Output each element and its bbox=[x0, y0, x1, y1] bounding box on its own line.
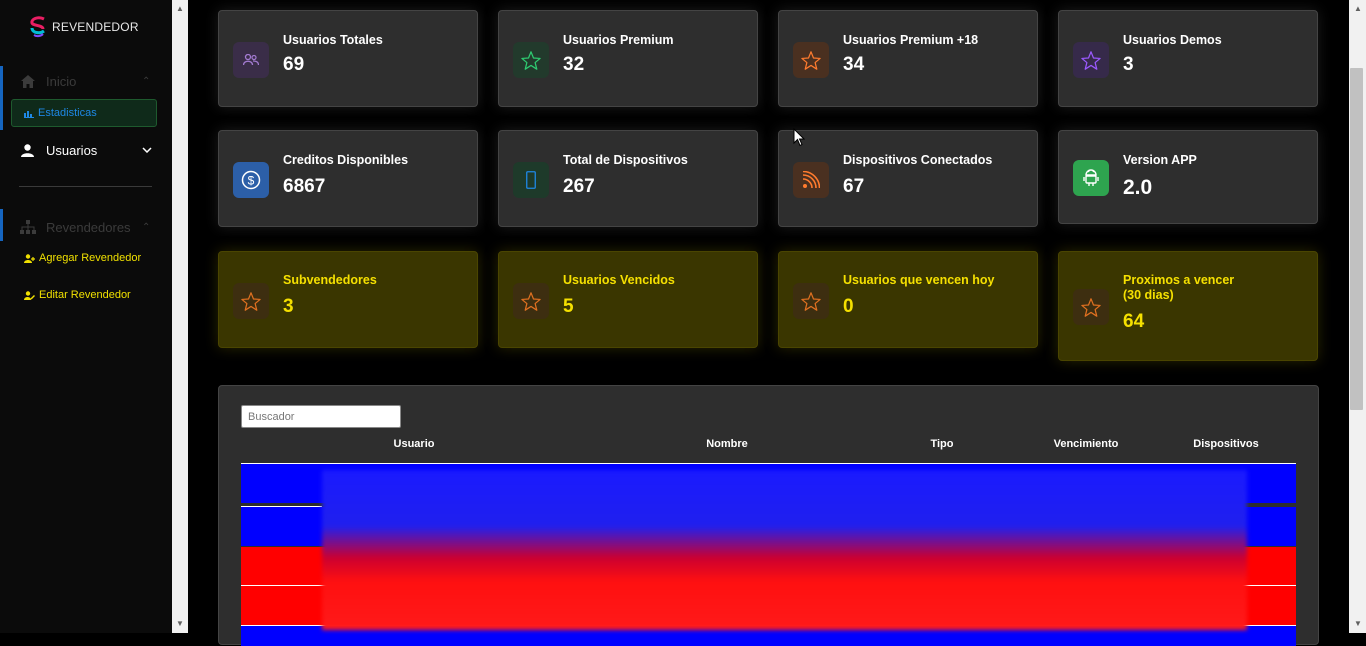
star-icon bbox=[793, 42, 829, 78]
phone-icon bbox=[513, 162, 549, 198]
card-value: 67 bbox=[843, 176, 865, 197]
star-icon bbox=[513, 283, 549, 319]
star-icon bbox=[1073, 289, 1109, 325]
column-header-dispositivos[interactable]: Dispositivos bbox=[1171, 438, 1281, 450]
nav-estadisticas-label: Estadisticas bbox=[38, 107, 97, 119]
card-label: Usuarios Demos bbox=[1123, 33, 1222, 47]
scrollbar-thumb[interactable] bbox=[1350, 68, 1363, 410]
nav-agregar-label: Agregar Revendedor bbox=[39, 252, 142, 264]
stat-card-version-app: Version APP 2.0 bbox=[1058, 130, 1318, 224]
rss-icon bbox=[793, 162, 829, 198]
star-icon bbox=[233, 283, 269, 319]
card-value: 5 bbox=[563, 296, 574, 317]
nav-usuarios-label: Usuarios bbox=[46, 142, 98, 158]
brand-name: REVENDEDOR bbox=[52, 20, 139, 34]
column-header-nombre[interactable]: Nombre bbox=[672, 438, 782, 450]
card-label: Usuarios Vencidos bbox=[563, 273, 675, 287]
nav-usuarios[interactable]: Usuarios bbox=[0, 141, 172, 159]
card-value: 0 bbox=[843, 296, 854, 317]
user-plus-icon bbox=[24, 253, 35, 263]
scroll-up-arrow-icon[interactable]: ▲ bbox=[176, 5, 184, 13]
nav-revendedores[interactable]: Revendedores ⌃ bbox=[0, 218, 172, 236]
stat-card-usuarios-totales: Usuarios Totales 69 bbox=[218, 10, 478, 107]
stat-card-proximos-a-vencer: Proximos a vencer (30 dias) 64 bbox=[1058, 251, 1318, 361]
nav-editar-label: Editar Revendedor bbox=[39, 289, 131, 301]
home-icon bbox=[21, 74, 35, 88]
nav-editar-revendedor[interactable]: Editar Revendedor bbox=[24, 289, 131, 301]
dollar-icon: $ bbox=[233, 162, 269, 198]
user-icon bbox=[21, 143, 34, 157]
card-value: 3 bbox=[1123, 54, 1134, 75]
card-value: 6867 bbox=[283, 176, 326, 197]
card-label: Usuarios Premium bbox=[563, 33, 674, 47]
card-label: Usuarios Premium +18 bbox=[843, 33, 979, 47]
chart-icon bbox=[24, 110, 34, 118]
column-header-tipo[interactable]: Tipo bbox=[887, 438, 997, 450]
column-header-vencimiento[interactable]: Vencimiento bbox=[1031, 438, 1141, 450]
table-body bbox=[241, 464, 1296, 646]
user-edit-icon bbox=[24, 290, 35, 300]
card-label: Proximos a vencer (30 dias) bbox=[1123, 273, 1235, 302]
stat-card-total-dispositivos: Total de Dispositivos 267 bbox=[498, 130, 758, 227]
card-value: 69 bbox=[283, 54, 305, 75]
card-value: 2.0 bbox=[1123, 176, 1153, 199]
redacted-content bbox=[322, 470, 1247, 630]
stat-card-usuarios-vencidos: Usuarios Vencidos 5 bbox=[498, 251, 758, 348]
users-table-panel: Usuario Nombre Tipo Vencimiento Disposit… bbox=[218, 385, 1319, 646]
nav-agregar-revendedor[interactable]: Agregar Revendedor bbox=[24, 252, 141, 264]
card-value: 3 bbox=[283, 296, 294, 317]
card-label: Subvendedores bbox=[283, 273, 377, 287]
column-header-usuario[interactable]: Usuario bbox=[359, 438, 469, 450]
chevron-up-icon: ⌃ bbox=[142, 221, 151, 233]
android-icon bbox=[1073, 160, 1109, 196]
star-icon bbox=[1073, 42, 1109, 78]
nav-inicio[interactable]: Inicio ⌃ bbox=[0, 72, 172, 90]
nav-inicio-label: Inicio bbox=[46, 73, 77, 89]
sidebar: REVENDEDOR Inicio ⌃ Estadisticas Usuario… bbox=[0, 0, 172, 633]
card-value: 34 bbox=[843, 54, 865, 75]
card-label: Total de Dispositivos bbox=[563, 153, 688, 167]
chevron-up-icon: ⌃ bbox=[142, 75, 151, 87]
card-label: Creditos Disponibles bbox=[283, 153, 409, 167]
scroll-up-arrow-icon[interactable]: ▲ bbox=[1354, 5, 1362, 13]
mouse-cursor-icon bbox=[793, 128, 805, 147]
stat-card-subvendedores: Subvendedores 3 bbox=[218, 251, 478, 348]
card-label: Dispositivos Conectados bbox=[843, 153, 993, 167]
stat-card-dispositivos-conectados: Dispositivos Conectados 67 bbox=[778, 130, 1038, 227]
sidebar-divider bbox=[19, 186, 152, 187]
star-icon bbox=[793, 283, 829, 319]
sidebar-scrollbar[interactable]: ▲ ▼ bbox=[172, 0, 188, 633]
search-input[interactable] bbox=[241, 405, 401, 428]
brand-logo[interactable]: REVENDEDOR bbox=[28, 16, 139, 38]
scroll-down-arrow-icon[interactable]: ▼ bbox=[1354, 620, 1362, 628]
svg-text:$: $ bbox=[248, 174, 255, 188]
users-icon bbox=[233, 42, 269, 78]
card-label: Usuarios que vencen hoy bbox=[843, 273, 995, 287]
scroll-down-arrow-icon[interactable]: ▼ bbox=[176, 620, 184, 628]
stat-card-usuarios-premium: Usuarios Premium 32 bbox=[498, 10, 758, 107]
card-label: Usuarios Totales bbox=[283, 33, 383, 47]
nav-estadisticas[interactable]: Estadisticas bbox=[11, 99, 157, 127]
stat-card-creditos-disponibles: $ Creditos Disponibles 6867 bbox=[218, 130, 478, 227]
card-value: 267 bbox=[563, 176, 595, 197]
nav-revendedores-label: Revendedores bbox=[46, 219, 131, 235]
card-label: Version APP bbox=[1123, 153, 1197, 167]
chevron-down-icon bbox=[142, 147, 152, 153]
card-value: 64 bbox=[1123, 311, 1145, 332]
logo-icon bbox=[30, 16, 45, 38]
stat-card-vencen-hoy: Usuarios que vencen hoy 0 bbox=[778, 251, 1038, 348]
card-value: 32 bbox=[563, 54, 585, 75]
stat-card-usuarios-demos: Usuarios Demos 3 bbox=[1058, 10, 1318, 107]
star-icon bbox=[513, 42, 549, 78]
sitemap-icon bbox=[20, 220, 36, 234]
stat-card-usuarios-premium-18: Usuarios Premium +18 34 bbox=[778, 10, 1038, 107]
